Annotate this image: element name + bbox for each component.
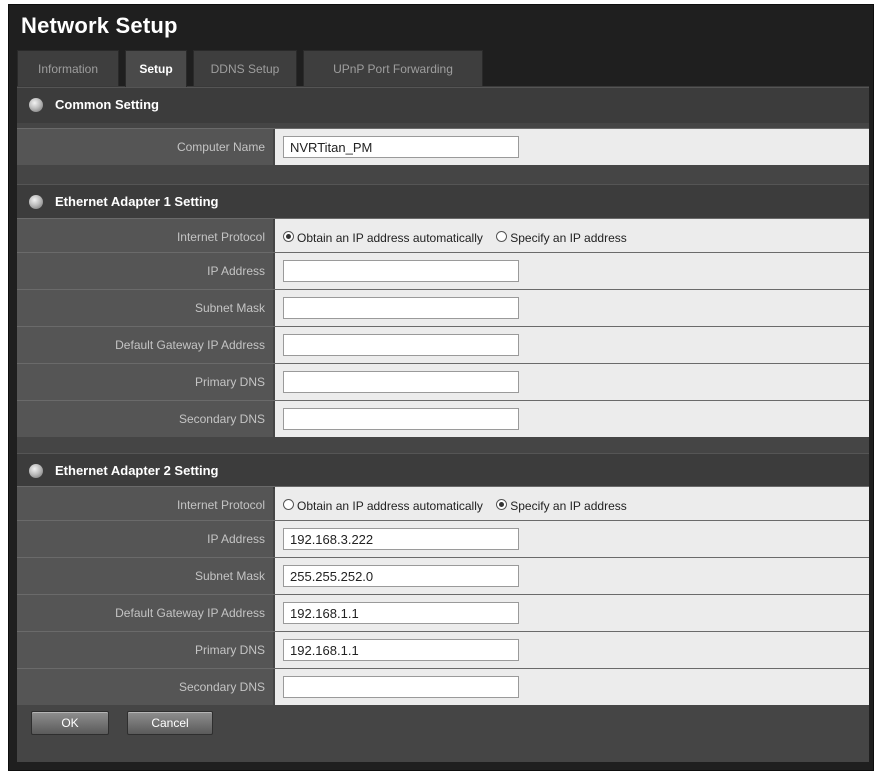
eth2-dns1-row: Primary DNS (17, 631, 869, 668)
eth2-primary-dns-input[interactable] (283, 639, 519, 661)
eth2-gateway-label: Default Gateway IP Address (17, 595, 273, 631)
eth2-secondary-dns-input[interactable] (283, 676, 519, 698)
eth1-ip-label: IP Address (17, 253, 273, 289)
eth1-option-auto-label[interactable]: Obtain an IP address automatically (297, 231, 483, 245)
eth2-radio-auto[interactable] (283, 499, 294, 511)
eth1-ip-input[interactable] (283, 260, 519, 282)
value-cell: Obtain an IP address automatically Speci… (275, 219, 869, 255)
value-cell (275, 632, 869, 668)
value-cell (275, 327, 869, 363)
tab-setup[interactable]: Setup (125, 50, 187, 87)
tab-ddns-setup[interactable]: DDNS Setup (193, 50, 297, 86)
ethernet-adapter-2-header: Ethernet Adapter 2 Setting (17, 453, 869, 489)
eth1-secondary-dns-input[interactable] (283, 408, 519, 430)
eth2-protocol-options: Obtain an IP address automatically Speci… (283, 487, 637, 523)
eth1-ip-row: IP Address (17, 252, 869, 289)
eth1-mask-label: Subnet Mask (17, 290, 273, 326)
computer-name-label: Computer Name (17, 129, 273, 165)
eth1-mask-row: Subnet Mask (17, 289, 869, 326)
eth2-option-auto-label[interactable]: Obtain an IP address automatically (297, 499, 483, 513)
eth1-gateway-label: Default Gateway IP Address (17, 327, 273, 363)
eth1-dns1-label: Primary DNS (17, 364, 273, 400)
eth1-protocol-options: Obtain an IP address automatically Speci… (283, 219, 637, 255)
eth2-gateway-input[interactable] (283, 602, 519, 624)
section-title: Common Setting (55, 97, 159, 112)
common-setting-header: Common Setting (17, 87, 869, 123)
eth2-radio-static[interactable] (496, 499, 508, 511)
bullet-icon (29, 98, 43, 112)
eth2-protocol-row: Internet Protocol Obtain an IP address a… (17, 486, 869, 523)
network-setup-window: Network Setup Information Setup DDNS Set… (8, 4, 874, 771)
eth2-dns1-label: Primary DNS (17, 632, 273, 668)
cancel-button[interactable]: Cancel (127, 711, 213, 735)
computer-name-input[interactable] (283, 136, 519, 158)
eth2-gateway-row: Default Gateway IP Address (17, 594, 869, 631)
ok-button[interactable]: OK (31, 711, 109, 735)
eth2-ip-label: IP Address (17, 521, 273, 557)
page-title: Network Setup (21, 13, 178, 38)
eth2-option-static-label[interactable]: Specify an IP address (510, 499, 627, 513)
eth2-mask-row: Subnet Mask (17, 557, 869, 594)
value-cell: Obtain an IP address automatically Speci… (275, 487, 869, 523)
eth1-dns2-row: Secondary DNS (17, 400, 869, 437)
eth1-dns2-label: Secondary DNS (17, 401, 273, 437)
eth1-option-static-label[interactable]: Specify an IP address (510, 231, 627, 245)
eth1-primary-dns-input[interactable] (283, 371, 519, 393)
value-cell (275, 290, 869, 326)
value-cell (275, 669, 869, 705)
value-cell (275, 401, 869, 437)
section-title: Ethernet Adapter 1 Setting (55, 194, 219, 209)
eth2-ip-row: IP Address (17, 520, 869, 557)
setup-panel: Common Setting Computer Name Ethernet Ad… (17, 87, 869, 762)
eth1-protocol-row: Internet Protocol Obtain an IP address a… (17, 218, 869, 255)
value-cell (275, 129, 869, 165)
value-cell (275, 253, 869, 289)
eth1-protocol-label: Internet Protocol (17, 219, 273, 255)
eth1-radio-auto[interactable] (283, 231, 294, 243)
value-cell (275, 364, 869, 400)
eth1-mask-input[interactable] (283, 297, 519, 319)
eth2-ip-input[interactable] (283, 528, 519, 550)
eth2-mask-input[interactable] (283, 565, 519, 587)
eth2-protocol-label: Internet Protocol (17, 487, 273, 523)
eth2-dns2-row: Secondary DNS (17, 668, 869, 705)
tab-bar: Information Setup DDNS Setup UPnP Port F… (17, 50, 869, 87)
eth1-gateway-input[interactable] (283, 334, 519, 356)
eth1-dns1-row: Primary DNS (17, 363, 869, 400)
computer-name-row: Computer Name (17, 128, 869, 165)
section-title: Ethernet Adapter 2 Setting (55, 463, 219, 478)
bullet-icon (29, 195, 43, 209)
tab-information[interactable]: Information (17, 50, 119, 86)
eth2-mask-label: Subnet Mask (17, 558, 273, 594)
tab-upnp-port-forwarding[interactable]: UPnP Port Forwarding (303, 50, 483, 86)
eth2-dns2-label: Secondary DNS (17, 669, 273, 705)
ethernet-adapter-1-header: Ethernet Adapter 1 Setting (17, 184, 869, 220)
value-cell (275, 595, 869, 631)
bullet-icon (29, 464, 43, 478)
value-cell (275, 521, 869, 557)
eth1-gateway-row: Default Gateway IP Address (17, 326, 869, 363)
eth1-radio-static[interactable] (496, 231, 508, 243)
value-cell (275, 558, 869, 594)
